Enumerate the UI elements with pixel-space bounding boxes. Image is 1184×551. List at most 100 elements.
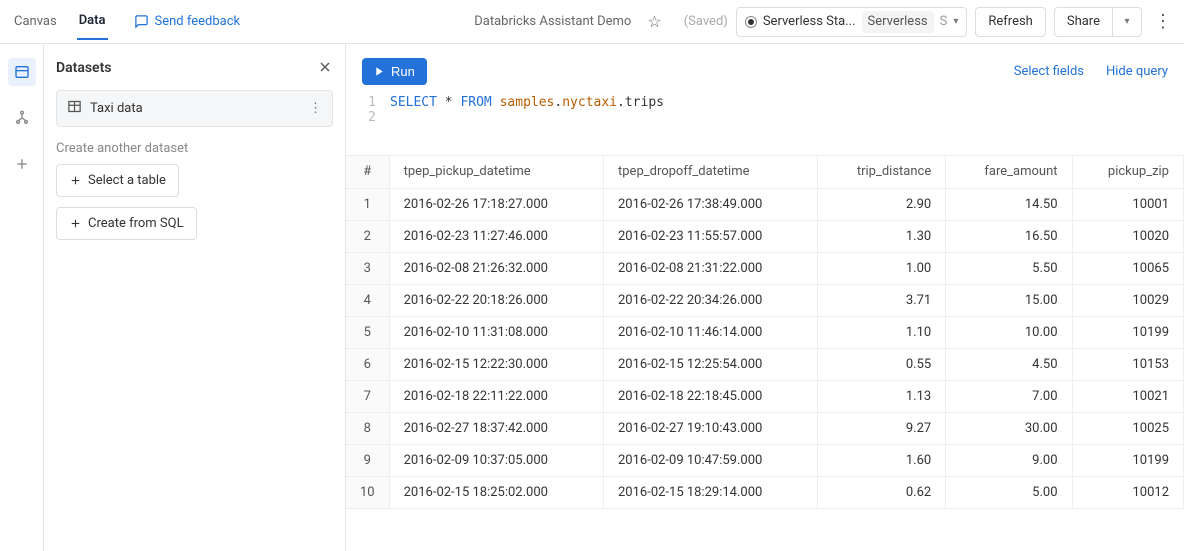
table-row[interactable]: 72016-02-18 22:11:22.0002016-02-18 22:18…: [346, 380, 1184, 412]
cell: 10001: [1072, 188, 1183, 220]
rail-datasets-button[interactable]: [8, 58, 36, 86]
cell: 10199: [1072, 444, 1183, 476]
rail-schema-button[interactable]: [8, 104, 36, 132]
col-header[interactable]: tpep_pickup_datetime: [389, 156, 603, 188]
cell: 10153: [1072, 348, 1183, 380]
cell: 2016-02-09 10:47:59.000: [604, 444, 818, 476]
send-feedback-link[interactable]: Send feedback: [134, 14, 241, 29]
cell: 2016-02-10 11:46:14.000: [604, 316, 818, 348]
cell: 3.71: [818, 284, 946, 316]
cell: 16.50: [946, 220, 1072, 252]
query-area: Run Select fields Hide query 1 SELECT * …: [346, 44, 1184, 131]
share-button[interactable]: Share: [1054, 7, 1112, 37]
cell: 10012: [1072, 476, 1183, 508]
cell: 2016-02-15 12:25:54.000: [604, 348, 818, 380]
sql-editor[interactable]: 1 SELECT * FROM samples.nyctaxi.trips 2: [362, 95, 1168, 125]
table-row[interactable]: 22016-02-23 11:27:46.0002016-02-23 11:55…: [346, 220, 1184, 252]
cell: 2016-02-09 10:37:05.000: [389, 444, 603, 476]
col-index-header[interactable]: #: [346, 156, 389, 188]
cell: 2016-02-27 19:10:43.000: [604, 412, 818, 444]
chevron-down-icon: ▾: [1124, 16, 1129, 27]
cell: 2016-02-15 18:29:14.000: [604, 476, 818, 508]
create-from-sql-button[interactable]: Create from SQL: [56, 207, 197, 240]
cell: 14.50: [946, 188, 1072, 220]
cell: 10020: [1072, 220, 1183, 252]
sql-star: *: [445, 95, 453, 110]
cell: 1.60: [818, 444, 946, 476]
row-index: 7: [346, 380, 389, 412]
run-label: Run: [391, 64, 415, 79]
chevron-down-icon: ▾: [953, 16, 958, 27]
dataset-name: Taxi data: [90, 101, 143, 116]
save-status: (Saved): [684, 14, 728, 29]
topbar: Canvas Data Send feedback Databricks Ass…: [0, 0, 1184, 44]
notebook-title[interactable]: Databricks Assistant Demo: [474, 14, 631, 29]
run-button[interactable]: Run: [362, 58, 427, 85]
row-index: 8: [346, 412, 389, 444]
col-header[interactable]: fare_amount: [946, 156, 1072, 188]
create-dataset-label: Create another dataset: [56, 141, 333, 156]
cell: 9.27: [818, 412, 946, 444]
hide-query-link[interactable]: Hide query: [1106, 64, 1168, 79]
tree-icon: [14, 110, 30, 126]
table-row[interactable]: 102016-02-15 18:25:02.0002016-02-15 18:2…: [346, 476, 1184, 508]
cell: 1.13: [818, 380, 946, 412]
row-index: 4: [346, 284, 389, 316]
cell: 2016-02-15 18:25:02.000: [389, 476, 603, 508]
cell: 2016-02-23 11:55:57.000: [604, 220, 818, 252]
cell: 2.90: [818, 188, 946, 220]
cell: 0.62: [818, 476, 946, 508]
cell: 2016-02-23 11:27:46.000: [389, 220, 603, 252]
select-fields-link[interactable]: Select fields: [1014, 64, 1084, 79]
sparkle-plus-icon: [14, 156, 30, 172]
cell: 2016-02-08 21:31:22.000: [604, 252, 818, 284]
tab-canvas[interactable]: Canvas: [12, 4, 59, 39]
plus-icon: [69, 217, 82, 230]
cluster-selector[interactable]: Serverless Sta... Serverless S ▾: [736, 7, 968, 37]
results-table-wrap[interactable]: #tpep_pickup_datetimetpep_dropoff_dateti…: [346, 155, 1184, 551]
select-table-label: Select a table: [88, 173, 166, 188]
refresh-button[interactable]: Refresh: [975, 7, 1045, 37]
cluster-tag: Serverless: [862, 11, 934, 33]
col-header[interactable]: trip_distance: [818, 156, 946, 188]
cell: 2016-02-26 17:18:27.000: [389, 188, 603, 220]
overflow-menu-button[interactable]: ⋮: [1154, 11, 1172, 32]
table-icon: [67, 99, 82, 118]
cell: 2016-02-18 22:11:22.000: [389, 380, 603, 412]
star-icon[interactable]: ☆: [647, 12, 661, 31]
table-row[interactable]: 52016-02-10 11:31:08.0002016-02-10 11:46…: [346, 316, 1184, 348]
row-index: 1: [346, 188, 389, 220]
results-table: #tpep_pickup_datetimetpep_dropoff_dateti…: [346, 156, 1184, 509]
table-row[interactable]: 92016-02-09 10:37:05.0002016-02-09 10:47…: [346, 444, 1184, 476]
table-row[interactable]: 32016-02-08 21:26:32.0002016-02-08 21:31…: [346, 252, 1184, 284]
row-index: 9: [346, 444, 389, 476]
cell: 2016-02-26 17:38:49.000: [604, 188, 818, 220]
table-row[interactable]: 42016-02-22 20:18:26.0002016-02-22 20:34…: [346, 284, 1184, 316]
cell: 2016-02-22 20:34:26.000: [604, 284, 818, 316]
col-header[interactable]: pickup_zip: [1072, 156, 1183, 188]
table-row[interactable]: 62016-02-15 12:22:30.0002016-02-15 12:25…: [346, 348, 1184, 380]
sql-schema: nyctaxi: [562, 95, 617, 110]
dataset-item[interactable]: Taxi data ⋮: [56, 90, 333, 127]
rail-add-button[interactable]: [8, 150, 36, 178]
table-row[interactable]: 12016-02-26 17:18:27.0002016-02-26 17:38…: [346, 188, 1184, 220]
radio-icon: [745, 16, 757, 28]
table-row[interactable]: 82016-02-27 18:37:42.0002016-02-27 19:10…: [346, 412, 1184, 444]
dataset-more-button[interactable]: ⋮: [309, 101, 322, 116]
tab-data[interactable]: Data: [77, 3, 108, 40]
speech-bubble-icon: [134, 14, 149, 29]
cluster-initial: S: [940, 14, 948, 29]
plus-icon: [69, 174, 82, 187]
cell: 10029: [1072, 284, 1183, 316]
col-header[interactable]: tpep_dropoff_datetime: [604, 156, 818, 188]
main-area: Run Select fields Hide query 1 SELECT * …: [346, 44, 1184, 551]
datasets-panel: Datasets Taxi data ⋮ Create another data…: [44, 44, 346, 551]
close-icon: [317, 59, 333, 75]
sql-keyword: FROM: [460, 95, 491, 110]
sql-keyword: SELECT: [390, 95, 437, 110]
select-table-button[interactable]: Select a table: [56, 164, 179, 197]
share-dropdown-button[interactable]: ▾: [1112, 7, 1142, 37]
close-panel-button[interactable]: [317, 56, 333, 80]
cell: 10199: [1072, 316, 1183, 348]
row-index: 3: [346, 252, 389, 284]
